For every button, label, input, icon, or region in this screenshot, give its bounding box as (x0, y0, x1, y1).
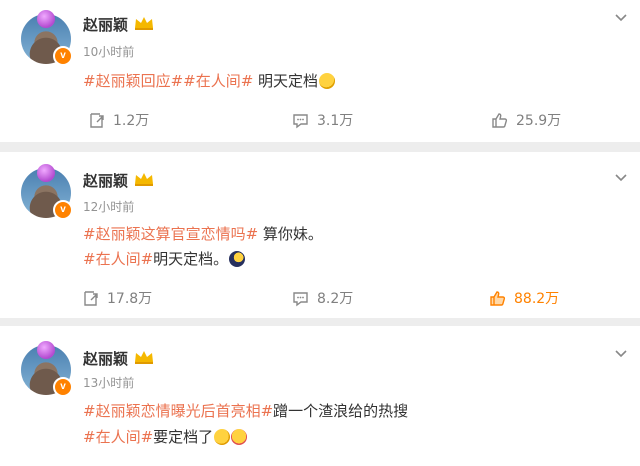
post-card: v 赵丽颖 10小时前 #赵丽颖回应##在人间# 明天定档 1.2万 3.1万 (0, 0, 640, 142)
post-text: 明天定档 (253, 72, 319, 90)
avatar[interactable]: v (21, 341, 73, 397)
verified-badge-icon: v (53, 46, 73, 66)
hashtag-link[interactable]: #在人间# (83, 428, 153, 446)
like-button[interactable]: 25.9万 (491, 110, 561, 130)
post-text: 蹭一个渣浪给的热搜 (273, 402, 409, 420)
post-time[interactable]: 13小时前 (83, 374, 134, 391)
repost-count: 17.8万 (107, 291, 153, 307)
action-bar: 1.2万 3.1万 25.9万 (0, 110, 640, 130)
balloon-decoration (37, 341, 55, 359)
thumbs-up-icon (492, 112, 508, 128)
comment-icon (293, 113, 308, 128)
repost-icon (90, 112, 104, 128)
thumbs-up-icon (490, 290, 506, 306)
post-text: 明天定档。 (153, 250, 229, 268)
comment-count: 8.2万 (317, 291, 354, 307)
post-text: 要定档了 (153, 428, 214, 446)
repost-icon (84, 290, 98, 306)
repost-count: 1.2万 (113, 113, 150, 129)
post-time[interactable]: 12小时前 (83, 198, 134, 215)
balloon-decoration (37, 10, 55, 28)
like-count: 25.9万 (516, 113, 562, 129)
hashtag-link[interactable]: #赵丽颖恋情曝光后首亮相# (83, 402, 273, 420)
hashtag-link[interactable]: #在人间# (83, 250, 153, 268)
comment-count: 3.1万 (317, 113, 354, 129)
comment-button[interactable]: 8.2万 (292, 288, 353, 308)
post-card: v 赵丽颖 12小时前 #赵丽颖这算官宣恋情吗# 算你妹。 #在人间#明天定档。… (0, 152, 640, 318)
avatar[interactable]: v (21, 164, 73, 220)
post-text-line: #赵丽颖恋情曝光后首亮相#蹭一个渣浪给的热搜 (83, 400, 408, 421)
hashtag-link[interactable]: #在人间# (183, 72, 253, 90)
post-text: 算你妹。 (258, 225, 323, 243)
repost-button[interactable]: 17.8万 (82, 288, 152, 308)
crown-icon (135, 173, 153, 186)
crown-icon (135, 351, 153, 364)
scared-face-emoji-icon (319, 73, 336, 89)
comment-button[interactable]: 3.1万 (292, 110, 353, 130)
like-button[interactable]: 88.2万 (489, 288, 559, 308)
tearful-face-emoji-icon (214, 429, 231, 445)
comment-icon (293, 291, 308, 306)
chevron-down-icon[interactable] (614, 10, 628, 24)
post-text-line: #赵丽颖这算官宣恋情吗# 算你妹。 (83, 223, 323, 244)
crown-icon (135, 17, 153, 30)
post-text-line: #在人间#要定档了 (83, 426, 248, 447)
moon-emoji-icon (229, 251, 246, 267)
post-text-line: #在人间#明天定档。 (83, 248, 246, 269)
post-text-line: #赵丽颖回应##在人间# 明天定档 (83, 70, 336, 91)
username[interactable]: 赵丽颖 (83, 14, 128, 35)
screaming-face-emoji-icon (231, 429, 248, 445)
post-time[interactable]: 10小时前 (83, 43, 134, 60)
like-count: 88.2万 (514, 291, 560, 307)
verified-badge-icon: v (53, 200, 73, 220)
verified-badge-icon: v (53, 377, 73, 397)
weibo-feed: v 赵丽颖 10小时前 #赵丽颖回应##在人间# 明天定档 1.2万 3.1万 (0, 0, 640, 466)
chevron-down-icon[interactable] (614, 346, 628, 360)
balloon-decoration (37, 164, 55, 182)
chevron-down-icon[interactable] (614, 170, 628, 184)
avatar[interactable]: v (21, 10, 73, 66)
hashtag-link[interactable]: #赵丽颖回应# (83, 72, 183, 90)
username[interactable]: 赵丽颖 (83, 170, 128, 191)
action-bar: 17.8万 8.2万 88.2万 (0, 288, 640, 308)
hashtag-link[interactable]: #赵丽颖这算官宣恋情吗# (83, 225, 258, 243)
repost-button[interactable]: 1.2万 (88, 110, 149, 130)
post-card: v 赵丽颖 13小时前 #赵丽颖恋情曝光后首亮相#蹭一个渣浪给的热搜 #在人间#… (0, 326, 640, 466)
username[interactable]: 赵丽颖 (83, 348, 128, 369)
